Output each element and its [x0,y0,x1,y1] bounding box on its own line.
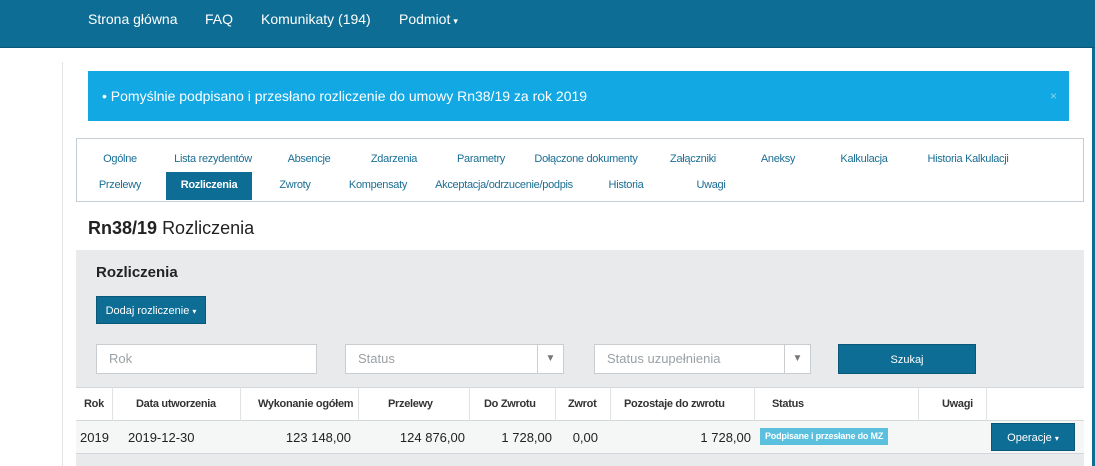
chevron-down-icon: ▼ [784,345,810,373]
column-header-przelewy[interactable]: Przelewy [388,387,433,421]
search-button[interactable]: Szukaj [838,344,976,374]
column-header-zwrot[interactable]: Zwrot [568,387,597,421]
cell-do-zwrotu: 1 728,00 [501,430,552,445]
add-settlement-label: Dodaj rozliczenie [105,305,190,317]
status-badge: Podpisane i przesłane do MZ [760,428,889,445]
completion-status-select[interactable]: Status uzupełnienia ▼ [594,344,811,374]
tab-ogolne[interactable]: Ogólne [90,146,150,174]
column-divider [469,387,470,421]
tab-dolaczone-dokumenty[interactable]: Dołączone dokumenty [527,146,645,174]
year-input[interactable]: Rok [96,344,317,374]
tab-lista-rezydentow[interactable]: Lista rezydentów [165,146,261,174]
alert-message: • Pomyślnie podpisano i przesłano rozlic… [102,88,588,104]
column-divider [358,387,359,421]
tab-aneksy[interactable]: Aneksy [752,146,804,174]
column-divider [986,387,987,421]
operations-label: Operacje [1007,432,1052,444]
cell-przelewy: 124 876,00 [399,430,465,445]
close-icon[interactable]: × [1050,71,1057,121]
column-divider [754,387,755,421]
column-divider [918,387,919,421]
tab-absencje[interactable]: Absencje [277,146,341,174]
column-header-uwagi[interactable]: Uwagi [942,387,973,421]
tab-rozliczenia[interactable]: Rozliczenia [166,172,252,200]
chevron-down-icon: ▾ [453,16,458,26]
status-select[interactable]: Status ▼ [345,344,564,374]
cell-data-utworzenia: 2019-12-30 [128,430,195,445]
tab-parametry[interactable]: Parametry [448,146,514,174]
success-alert: • Pomyślnie podpisano i przesłano rozlic… [88,71,1069,121]
column-header-status[interactable]: Status [772,387,804,421]
tab-kompensaty[interactable]: Kompensaty [340,172,416,200]
page-title-label: Rozliczenia [162,218,255,238]
column-divider [610,387,611,421]
status-select-value: Status [358,351,395,366]
column-header-pozostaje-do-zwrotu[interactable]: Pozostaje do zwrotu [624,387,725,421]
tab-historia[interactable]: Historia [594,172,658,200]
column-header-rok[interactable]: Rok [84,387,104,421]
nav-entity-dropdown[interactable]: Podmiot ▾ [399,0,458,48]
tab-kalkulacja[interactable]: Kalkulacja [826,146,902,174]
tab-akceptacja[interactable]: Akceptacja/odrzucenie/podpis [428,172,580,200]
column-header-wykonanie-ogolem[interactable]: Wykonanie ogółem [258,387,354,421]
tab-przelewy[interactable]: Przelewy [92,172,148,200]
column-divider [240,387,241,421]
tab-historia-kalkulacji[interactable]: Historia Kalkulacji [918,146,1018,174]
tab-zalaczniki[interactable]: Załączniki [658,146,728,174]
nav-faq-link[interactable]: FAQ [205,0,233,48]
cell-zwrot: 0,00 [572,430,598,445]
chevron-down-icon: ▾ [1054,434,1059,443]
column-header-data-utworzenia[interactable]: Data utworzenia [136,387,216,421]
column-divider [555,387,556,421]
cell-wykonanie-ogolem: 123 148,00 [285,430,351,445]
chevron-down-icon: ▾ [192,307,197,316]
contract-number: Rn38/19 [88,218,158,238]
tab-zdarzenia[interactable]: Zdarzenia [360,146,428,174]
tab-zwroty[interactable]: Zwroty [268,172,322,200]
nav-messages-link[interactable]: Komunikaty (194) [261,0,371,48]
chevron-down-icon: ▼ [537,345,563,373]
column-divider [112,387,113,421]
cell-pozostaje-do-zwrotu: 1 728,00 [700,430,751,445]
panel-title: Rozliczenia [96,264,178,281]
nav-home-link[interactable]: Strona główna [88,0,178,48]
column-header-do-zwrotu[interactable]: Do Zwrotu [484,387,536,421]
cell-rok: 2019 [80,430,109,445]
completion-status-value: Status uzupełnienia [607,351,721,366]
page-title: Rn38/19 Rozliczenia [88,218,254,239]
nav-entity-label: Podmiot [399,11,451,27]
tab-uwagi[interactable]: Uwagi [686,172,736,200]
operations-dropdown-button[interactable]: Operacje ▾ [991,423,1075,451]
add-settlement-button[interactable]: Dodaj rozliczenie ▾ [96,296,206,324]
